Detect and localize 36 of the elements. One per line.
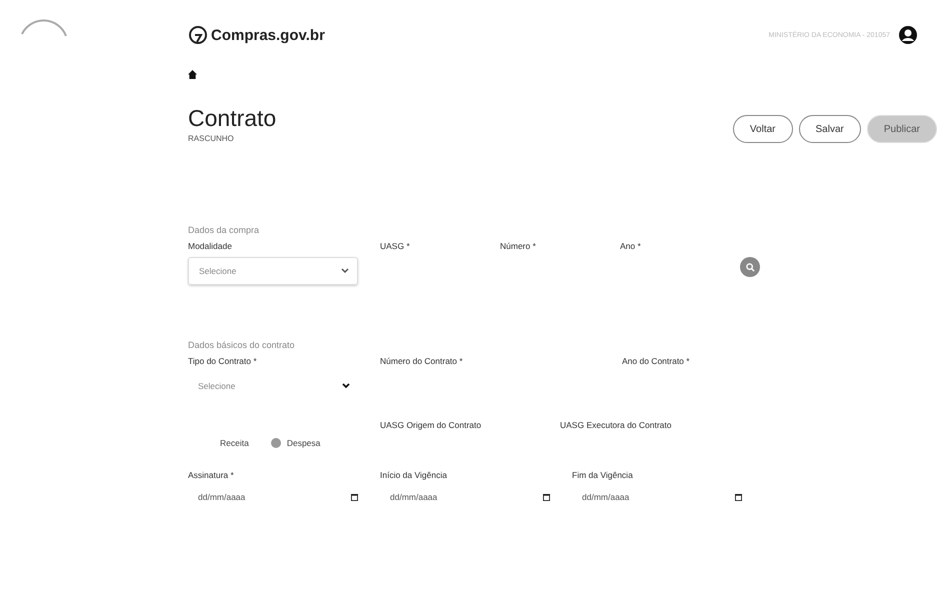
field-label: Ano * — [620, 241, 642, 251]
logo-icon — [188, 25, 208, 45]
date-field[interactable]: dd/mm/aaaa — [380, 480, 550, 502]
field-label: UASG Executora do Contrato — [560, 420, 673, 430]
date-field[interactable]: dd/mm/aaaa — [572, 480, 742, 502]
action-button[interactable]: Voltar — [732, 115, 792, 143]
section-title: Dados básicos do contrato — [188, 340, 296, 350]
field-label: Número * — [500, 241, 537, 251]
calendar-icon — [351, 494, 358, 500]
search-icon — [746, 262, 754, 272]
user-avatar-icon[interactable] — [898, 25, 918, 45]
calendar-icon — [543, 494, 550, 500]
select-field[interactable]: Selecione — [188, 257, 358, 285]
field-label: Ano do Contrato * — [622, 356, 691, 366]
chevron-down-icon — [342, 383, 350, 389]
home-icon[interactable] — [188, 70, 197, 79]
action-button[interactable]: Salvar — [798, 115, 861, 143]
field-label: UASG * — [380, 241, 411, 251]
search-button[interactable] — [740, 257, 760, 277]
select-field[interactable]: Selecione — [188, 372, 358, 400]
field-label: Número do Contrato * — [380, 356, 464, 366]
field-label: Assinatura * — [188, 470, 235, 480]
calendar-icon — [735, 494, 742, 500]
radio-option[interactable]: Despesa — [270, 438, 320, 448]
logo[interactable]: Compras.gov.br — [188, 25, 325, 45]
field-label: Tipo do Contrato * — [188, 356, 258, 366]
date-field[interactable]: dd/mm/aaaa — [188, 480, 358, 502]
status-label: RASCUNHO — [188, 134, 235, 143]
field-label: Fim da Vigência — [572, 470, 634, 480]
section-title: Dados da compra — [188, 225, 260, 235]
field-label: Início da Vigência — [380, 470, 448, 480]
page-title: Contrato — [188, 105, 276, 132]
field-label: UASG Origem do Contrato — [380, 420, 482, 430]
field-label: Modalidade — [188, 241, 233, 251]
chevron-down-icon — [341, 268, 349, 274]
radio-option[interactable]: Receita — [204, 438, 249, 448]
